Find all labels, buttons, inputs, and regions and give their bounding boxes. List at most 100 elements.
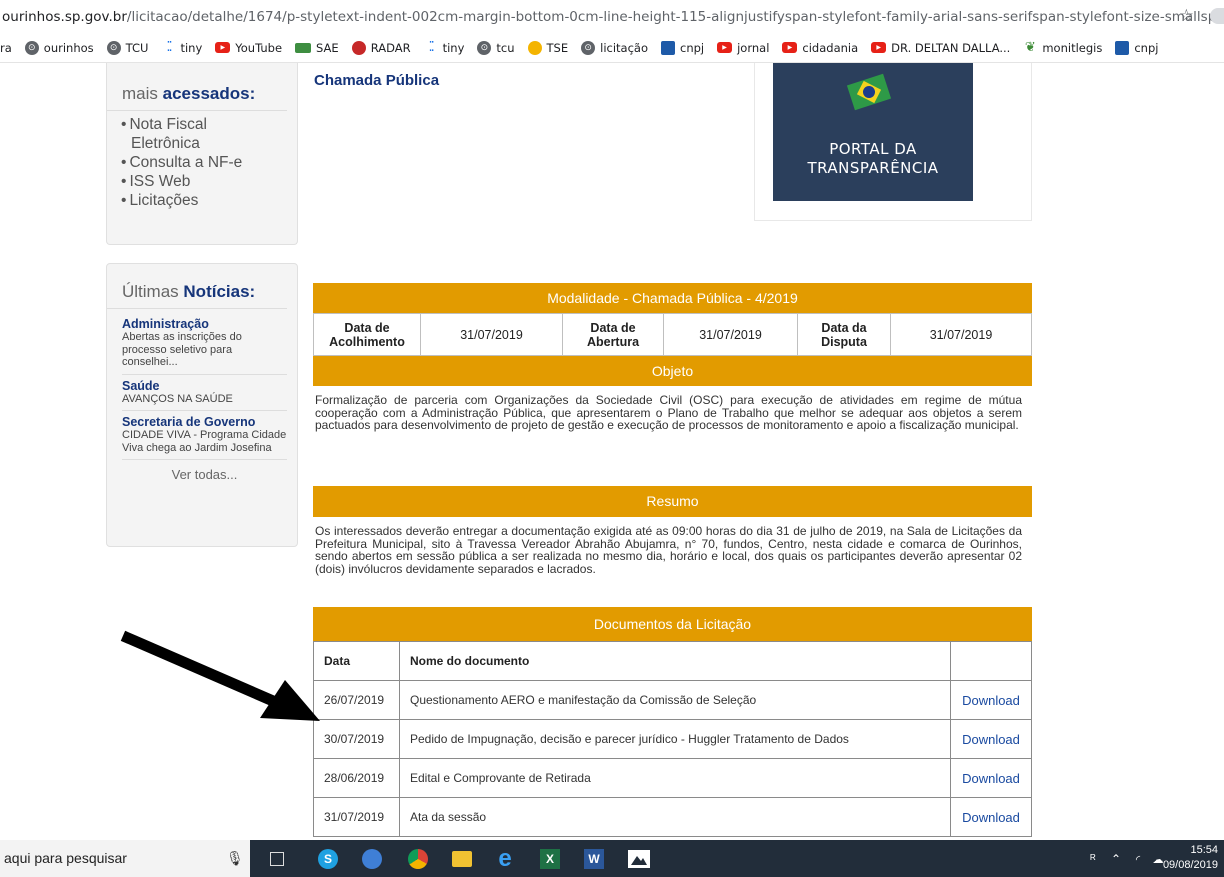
profile-icon[interactable]: [1210, 8, 1224, 24]
bookmark-item[interactable]: cnpj: [1115, 40, 1158, 55]
browser-app-icon[interactable]: [362, 849, 382, 869]
abertura-label: Data de Abertura: [562, 313, 664, 356]
wifi-icon[interactable]: ◜: [1130, 849, 1146, 869]
word-icon[interactable]: W: [584, 849, 604, 869]
most-accessed-label: Nota Fiscal: [129, 116, 207, 133]
url-text[interactable]: ourinhos.sp.gov.br/licitacao/detalhe/167…: [0, 9, 1224, 25]
news-category: Saúde: [122, 378, 160, 393]
youtube-icon: ▶: [871, 42, 887, 53]
annotation-arrow: [120, 630, 320, 721]
tiny-icon: ⁚⁚: [166, 40, 172, 55]
bookmark-item[interactable]: ▶ jornal: [717, 41, 769, 55]
task-view-icon[interactable]: [270, 852, 284, 866]
most-accessed-link[interactable]: • ISS Web: [121, 172, 297, 191]
documents-table: Data Nome do documento 26/07/2019 Questio…: [313, 641, 1032, 837]
download-link[interactable]: Download: [950, 680, 1032, 720]
microphone-icon[interactable]: 🎙: [226, 850, 244, 867]
objeto-text: Formalização de parceria com Organizaçõe…: [315, 393, 1022, 432]
bookmark-item[interactable]: ▶ cidadania: [782, 41, 858, 55]
portal-line1: PORTAL DA: [829, 140, 917, 158]
doc-name: Edital e Comprovante de Retirada: [399, 758, 951, 798]
news-item[interactable]: Saúde AVANÇOS NA SAÚDE: [122, 375, 287, 411]
portal-line2: TRANSPARÊNCIA: [807, 159, 939, 177]
portal-transparencia-banner[interactable]: PORTAL DA TRANSPARÊNCIA: [773, 63, 973, 201]
bookmark-star-icon[interactable]: ☆: [1179, 6, 1194, 26]
file-explorer-icon[interactable]: [452, 851, 472, 867]
latest-news-box: Últimas Notícias: Administração Abertas a…: [106, 263, 298, 547]
excel-icon[interactable]: X: [540, 849, 560, 869]
cnpj-icon: [1115, 40, 1130, 55]
table-row: 31/07/2019 Ata da sessão Download: [313, 797, 1032, 837]
see-all-news-link[interactable]: Ver todas...: [122, 460, 287, 482]
bookmark-label: TCU: [125, 40, 149, 55]
bookmarks-bar: ra ⊙ ourinhos ⊙ TCU ⁚⁚ tiny ▶ YouTube SAE RADAR ⁚⁚ t…: [0, 33, 1224, 63]
bookmark-item[interactable]: RADAR: [351, 40, 411, 55]
download-link[interactable]: Download: [950, 797, 1032, 837]
objeto-header: Objeto: [313, 356, 1032, 386]
news-list: Administração Abertas as inscrições do pr…: [107, 309, 297, 482]
bookmark-item[interactable]: ⊙ tcu: [477, 40, 515, 55]
taskbar: aqui para pesquisar 🎙 S e X W ᴿ ⌃ ◜ ☁ 15…: [0, 840, 1224, 877]
tse-icon: [527, 40, 542, 55]
skype-icon[interactable]: S: [318, 849, 338, 869]
globe-icon: ⊙: [477, 40, 492, 55]
bookmark-label: RADAR: [370, 40, 411, 55]
resumo-text: Os interessados deverão entregar a docum…: [315, 524, 1022, 576]
download-link[interactable]: Download: [950, 719, 1032, 759]
bookmark-item[interactable]: ❦ monitlegis: [1023, 40, 1102, 55]
news-text: Abertas as inscrições do processo seleti…: [122, 331, 242, 368]
bookmark-label: tcu: [496, 40, 515, 55]
globe-icon: ⊙: [24, 40, 39, 55]
bookmark-item[interactable]: ra: [0, 41, 12, 55]
people-icon[interactable]: ᴿ: [1085, 849, 1101, 869]
acolhimento-value: 31/07/2019: [420, 313, 563, 356]
edge-icon[interactable]: e: [495, 845, 515, 872]
bookmark-item[interactable]: SAE: [295, 41, 339, 55]
doc-name: Questionamento AERO e manifestação da Co…: [399, 680, 951, 720]
bookmark-item[interactable]: ⁚⁚ tiny: [161, 40, 202, 55]
disputa-value: 31/07/2019: [890, 313, 1032, 356]
table-row: 30/07/2019 Pedido de Impugnação, decisão …: [313, 719, 1032, 759]
most-accessed-label: Licitações: [129, 192, 199, 209]
chevron-up-icon[interactable]: ⌃: [1108, 849, 1124, 869]
bullet: •: [121, 154, 127, 171]
news-item[interactable]: Secretaria de Governo CIDADE VIVA - Progr…: [122, 411, 287, 460]
most-accessed-link[interactable]: • Nota Fiscal Eletrônica: [121, 115, 297, 153]
brazil-flag-icon: [846, 73, 892, 111]
chrome-icon[interactable]: [408, 849, 428, 869]
bookmark-item[interactable]: ⊙ ourinhos: [24, 40, 94, 55]
most-accessed-label: Consulta a NF-e: [129, 154, 243, 171]
bookmark-item[interactable]: TSE: [527, 40, 568, 55]
bookmark-item[interactable]: ⊙ licitação: [581, 40, 648, 55]
url-host: ourinhos.sp.gov.br: [2, 8, 127, 25]
address-bar[interactable]: ourinhos.sp.gov.br/licitacao/detalhe/167…: [0, 0, 1224, 33]
most-accessed-link[interactable]: • Licitações: [121, 191, 297, 210]
abertura-value: 31/07/2019: [663, 313, 798, 356]
tiny-icon: ⁚⁚: [428, 40, 434, 55]
news-item[interactable]: Administração Abertas as inscrições do pr…: [122, 313, 287, 375]
radar-icon: [351, 40, 366, 55]
bookmark-item[interactable]: ⊙ TCU: [106, 40, 149, 55]
doc-date: 31/07/2019: [313, 797, 400, 837]
bookmark-item[interactable]: ⁚⁚ tiny: [424, 40, 464, 55]
globe-icon: ⊙: [106, 40, 121, 55]
taskbar-search-input[interactable]: aqui para pesquisar: [0, 840, 250, 877]
most-accessed-label: ISS Web: [129, 173, 191, 190]
bullet: •: [121, 116, 127, 133]
youtube-icon: ▶: [717, 42, 733, 53]
acolhimento-label: Data de Acolhimento: [313, 313, 421, 356]
photos-icon[interactable]: [628, 850, 650, 868]
most-accessed-link[interactable]: • Consulta a NF-e: [121, 153, 297, 172]
most-accessed-box: mais acessados: • Nota Fiscal Eletrônica • C…: [106, 63, 298, 245]
download-link[interactable]: Download: [950, 758, 1032, 798]
most-accessed-list: • Nota Fiscal Eletrônica • Consulta a NF-e • I…: [107, 111, 297, 210]
bookmark-item[interactable]: ▶ DR. DELTAN DALLA...: [871, 41, 1010, 55]
doc-name: Ata da sessão: [399, 797, 951, 837]
bookmark-label: ra: [0, 40, 12, 55]
youtube-icon: ▶: [215, 42, 231, 53]
youtube-icon: ▶: [782, 42, 798, 53]
bookmark-item[interactable]: ▶ YouTube: [215, 41, 282, 55]
bookmark-item[interactable]: cnpj: [661, 40, 704, 55]
clock[interactable]: 15:54 09/08/2019: [1163, 843, 1218, 873]
documents-header: Documentos da Licitação: [313, 607, 1032, 641]
